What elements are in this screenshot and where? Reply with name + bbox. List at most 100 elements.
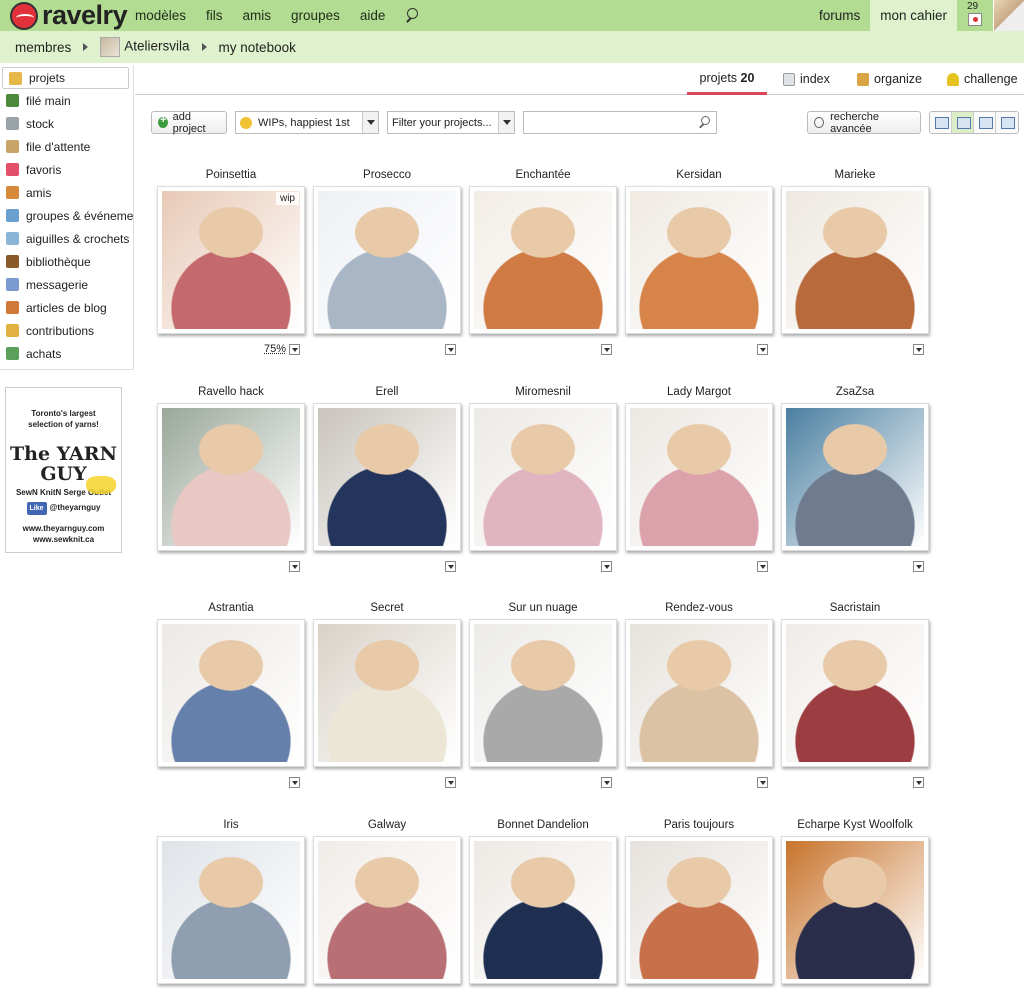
project-photo[interactable] (162, 624, 300, 762)
project-title[interactable]: Astrantia (157, 601, 305, 619)
project-card[interactable]: Bonnet Dandelion (469, 818, 617, 984)
sidebar-item[interactable]: stock (0, 112, 133, 135)
search-icon[interactable] (405, 8, 420, 23)
project-title[interactable]: Enchantée (469, 168, 617, 186)
add-project-button[interactable]: add project (151, 111, 227, 135)
user-avatar[interactable] (993, 0, 1024, 31)
project-title[interactable]: Bonnet Dandelion (469, 818, 617, 836)
sidebar-item[interactable]: achats (0, 342, 133, 365)
project-thumbnail-frame[interactable] (313, 836, 461, 984)
nav-forums[interactable]: forums (809, 0, 870, 31)
tab-index[interactable]: index (783, 63, 830, 95)
project-card[interactable]: Paris toujours (625, 818, 773, 984)
search-icon[interactable] (698, 116, 710, 128)
project-thumbnail-frame[interactable] (469, 186, 617, 334)
sidebar-item[interactable]: messagerie (0, 273, 133, 296)
project-title[interactable]: Lady Margot (625, 385, 773, 403)
sidebar-item[interactable]: bibliothèque (0, 250, 133, 273)
project-menu-dropdown-icon[interactable] (757, 777, 768, 788)
project-title[interactable]: Secret (313, 601, 461, 619)
project-search-input[interactable] (523, 111, 717, 134)
sidebar-item[interactable]: contributions (0, 319, 133, 342)
project-menu-dropdown-icon[interactable] (289, 561, 300, 572)
project-menu-dropdown-icon[interactable] (601, 561, 612, 572)
project-photo[interactable] (786, 408, 924, 546)
project-card[interactable]: Poinsettia wip 75% (157, 168, 305, 355)
project-thumbnail-frame[interactable] (157, 619, 305, 767)
project-menu-dropdown-icon[interactable] (289, 777, 300, 788)
project-card[interactable]: Kersidan (625, 168, 773, 355)
project-thumbnail-frame[interactable] (625, 186, 773, 334)
project-photo[interactable] (786, 624, 924, 762)
project-menu-dropdown-icon[interactable] (601, 344, 612, 355)
project-card[interactable]: Sur un nuage (469, 601, 617, 788)
project-thumbnail-frame[interactable] (313, 186, 461, 334)
project-title[interactable]: Paris toujours (625, 818, 773, 836)
project-photo[interactable] (786, 841, 924, 979)
sidebar-item[interactable]: aiguilles & crochets (0, 227, 133, 250)
project-card[interactable]: Erell (313, 385, 461, 572)
project-title[interactable]: Miromesnil (469, 385, 617, 403)
project-photo[interactable] (318, 624, 456, 762)
project-card[interactable]: Astrantia (157, 601, 305, 788)
project-photo[interactable] (474, 408, 612, 546)
nav-groups[interactable]: groupes (291, 8, 340, 23)
project-card[interactable]: Prosecco (313, 168, 461, 355)
project-thumbnail-frame[interactable] (625, 836, 773, 984)
project-thumbnail-frame[interactable] (157, 836, 305, 984)
advertisement[interactable]: Toronto's largest selection of yarns! Th… (5, 387, 122, 553)
project-thumbnail-frame[interactable] (625, 403, 773, 551)
filter-select[interactable]: Filter your projects... (387, 111, 515, 134)
project-card[interactable]: Ravello hack (157, 385, 305, 572)
project-title[interactable]: ZsaZsa (781, 385, 929, 403)
project-card[interactable]: ZsaZsa (781, 385, 929, 572)
nav-friends[interactable]: amis (243, 8, 272, 23)
sidebar-item[interactable]: file d'attente (0, 135, 133, 158)
project-menu-dropdown-icon[interactable] (445, 777, 456, 788)
project-photo[interactable] (630, 408, 768, 546)
project-card[interactable]: Miromesnil (469, 385, 617, 572)
project-thumbnail-frame[interactable] (469, 619, 617, 767)
tab-projects[interactable]: projets 20 (687, 63, 767, 95)
project-card[interactable]: Lady Margot (625, 385, 773, 572)
project-thumbnail-frame[interactable] (157, 403, 305, 551)
project-thumbnail-frame[interactable] (313, 403, 461, 551)
project-card[interactable]: Rendez-vous (625, 601, 773, 788)
ravelry-logo[interactable]: ravelry (10, 0, 128, 31)
project-thumbnail-frame[interactable] (781, 403, 929, 551)
project-title[interactable]: Echarpe Kyst Woolfolk (781, 818, 929, 836)
project-progress[interactable]: 75% (264, 343, 286, 355)
sidebar-item[interactable]: articles de blog (0, 296, 133, 319)
project-photo[interactable] (162, 841, 300, 979)
project-card[interactable]: Marieke (781, 168, 929, 355)
project-photo[interactable] (318, 841, 456, 979)
project-menu-dropdown-icon[interactable] (445, 561, 456, 572)
project-thumbnail-frame[interactable] (469, 403, 617, 551)
project-photo[interactable] (318, 191, 456, 329)
project-title[interactable]: Galway (313, 818, 461, 836)
breadcrumb-page[interactable]: my notebook (219, 40, 296, 55)
project-title[interactable]: Marieke (781, 168, 929, 186)
project-photo[interactable] (474, 624, 612, 762)
project-menu-dropdown-icon[interactable] (757, 344, 768, 355)
project-card[interactable]: Iris (157, 818, 305, 984)
sidebar-item[interactable]: amis (0, 181, 133, 204)
project-thumbnail-frame[interactable]: wip (157, 186, 305, 334)
project-menu-dropdown-icon[interactable] (757, 561, 768, 572)
view-slideshow-icon[interactable] (996, 112, 1018, 133)
project-title[interactable]: Iris (157, 818, 305, 836)
project-thumbnail-frame[interactable] (625, 619, 773, 767)
calendar-icon[interactable]: 29 (961, 0, 989, 31)
project-thumbnail-frame[interactable] (781, 619, 929, 767)
project-photo[interactable] (786, 191, 924, 329)
project-photo[interactable] (162, 191, 300, 329)
nav-notebook[interactable]: mon cahier (870, 0, 957, 31)
project-photo[interactable] (474, 191, 612, 329)
sidebar-item[interactable]: filé main (0, 89, 133, 112)
project-photo[interactable] (630, 624, 768, 762)
project-title[interactable]: Sur un nuage (469, 601, 617, 619)
sort-select[interactable]: WIPs, happiest 1st (235, 111, 379, 134)
nav-help[interactable]: aide (360, 8, 386, 23)
tab-challenge[interactable]: challenge (947, 63, 1018, 95)
project-card[interactable]: Secret (313, 601, 461, 788)
